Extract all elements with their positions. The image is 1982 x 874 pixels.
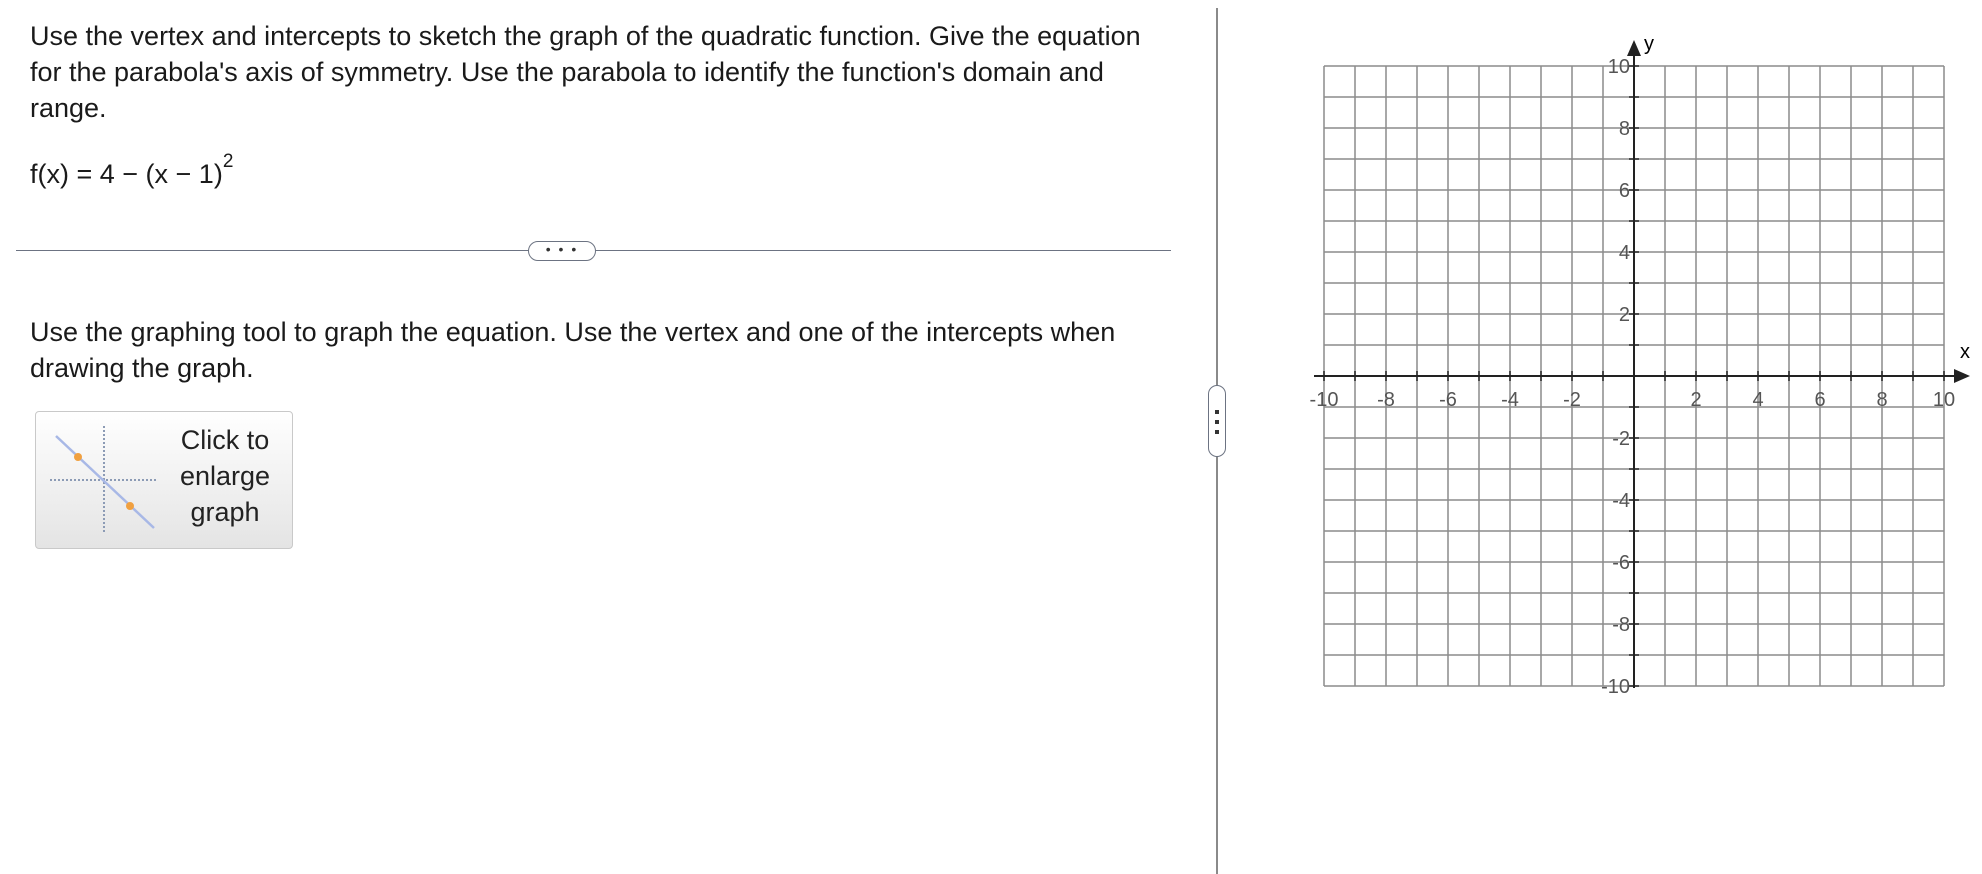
question-pane: Use the vertex and intercepts to sketch … [0,0,1210,874]
x-tick-label: 8 [1876,389,1887,411]
thumbnail-point-upper [74,453,82,461]
enlarge-graph-button[interactable]: Click to enlarge graph [35,411,293,549]
y-axis-arrow [1627,40,1641,56]
x-tick-label: 6 [1814,389,1825,411]
y-tick-label: 2 [1619,304,1630,326]
pane-resize-handle[interactable] [1208,385,1226,457]
enlarge-label-line: graph [190,497,260,527]
enlarge-label-line: enlarge [179,461,271,491]
x-tick-label: -2 [1563,389,1581,411]
function-equation: f(x) = 4 − (x − 1)2 [30,150,233,192]
equation-exponent: 2 [222,151,234,172]
x-tick-label: -8 [1377,389,1395,411]
enlarge-button-label: Click to enlarge graph [164,422,286,530]
x-tick-label: -10 [1310,389,1339,411]
thumbnail-point-lower [126,502,134,510]
y-tick-label: -10 [1601,676,1630,698]
x-tick-label: 10 [1933,389,1955,411]
expand-more-button[interactable]: • • • [528,241,596,261]
x-tick-label: -6 [1439,389,1457,411]
y-tick-label: -4 [1612,490,1630,512]
coordinate-grid[interactable]: -10 -8 -6 -4 -2 2 4 6 8 10 10 8 6 4 2 -2 -4 -6 -8 -10 x y [1300,20,1982,700]
y-tick-label: 8 [1619,118,1630,140]
y-axis-label: y [1644,33,1654,55]
y-tick-label: 4 [1619,242,1630,264]
x-tick-label: 2 [1690,389,1701,411]
x-tick-label: -4 [1501,389,1519,411]
y-tick-label: -2 [1612,428,1630,450]
problem-instructions: Use the vertex and intercepts to sketch … [30,21,1141,123]
axes [1314,40,1970,688]
x-axis-arrow [1954,369,1970,383]
graphing-instructions: Use the graphing tool to graph the equat… [30,317,1116,383]
enlarge-label-line: Click to [180,425,270,455]
y-tick-label: 6 [1619,180,1630,202]
y-tick-label: -6 [1612,552,1630,574]
y-tick-label: 10 [1608,56,1630,78]
y-tick-label: -8 [1612,614,1630,636]
graph-thumbnail-icon [50,426,158,534]
x-axis-label: x [1960,341,1970,363]
equation-main: f(x) = 4 − (x − 1) [30,159,223,189]
x-tick-label: 4 [1752,389,1763,411]
